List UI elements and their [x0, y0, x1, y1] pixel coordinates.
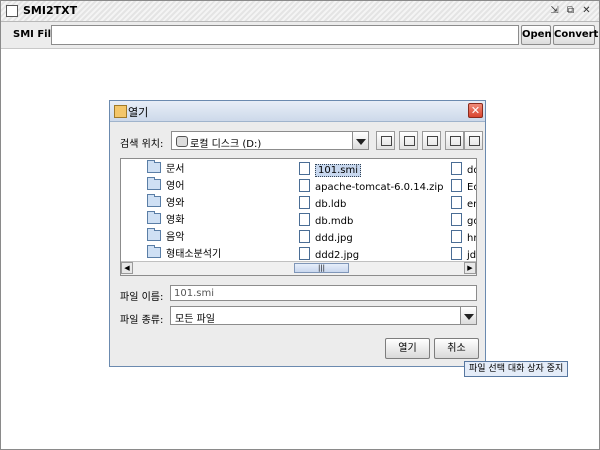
chevron-down-icon[interactable] — [460, 307, 476, 324]
dialog-icon — [114, 105, 127, 118]
look-in-combo[interactable]: 로컬 디스크 (D:) — [171, 131, 369, 150]
folder-icon — [147, 160, 161, 173]
smi-file-input[interactable] — [51, 25, 519, 45]
file-icon — [451, 247, 462, 260]
list-item[interactable]: db.mdb — [299, 213, 353, 228]
file-icon — [451, 162, 462, 175]
list-item[interactable]: ddd.jpg — [299, 230, 353, 245]
scroll-right-icon[interactable]: ▶ — [464, 262, 476, 274]
list-item[interactable]: ddd2.jpg — [299, 247, 359, 262]
folder-icon — [147, 194, 161, 207]
look-in-value: 로컬 디스크 (D:) — [190, 139, 262, 150]
file-name-label: 파일 이름: — [120, 292, 164, 303]
look-in-label: 검색 위치: — [120, 139, 164, 150]
details-view-icon[interactable] — [464, 131, 483, 150]
list-item[interactable]: Ecl — [451, 179, 476, 194]
disk-icon — [176, 136, 188, 147]
title-bar: SMI2TXT ⇲ ⧉ ✕ — [1, 1, 599, 22]
dialog-title: 열기 — [128, 106, 149, 119]
list-view-icon[interactable] — [445, 131, 464, 150]
file-icon — [451, 196, 462, 209]
folder-icon — [147, 177, 161, 190]
list-item[interactable]: ddd — [451, 162, 476, 177]
list-item[interactable]: 문서 — [147, 160, 184, 177]
dialog-close-icon[interactable]: ✕ — [468, 103, 483, 118]
list-item[interactable]: jdk — [451, 247, 476, 262]
file-icon — [451, 213, 462, 226]
maximize-icon[interactable]: ⧉ — [564, 4, 577, 17]
file-icon — [451, 179, 462, 192]
list-item[interactable]: erri — [451, 196, 476, 211]
file-name-input[interactable]: 101.smi — [170, 285, 477, 301]
folder-icon — [147, 228, 161, 241]
file-icon — [299, 196, 310, 209]
new-folder-icon[interactable] — [422, 131, 441, 150]
convert-button[interactable]: Convert — [553, 25, 598, 45]
window-title: SMI2TXT — [23, 4, 78, 17]
list-item[interactable]: 형태소분석기 — [147, 245, 221, 262]
list-item[interactable]: 음악 — [147, 228, 184, 245]
file-icon — [299, 162, 310, 175]
file-type-label: 파일 종류: — [120, 315, 164, 326]
list-item[interactable]: goo — [451, 213, 476, 228]
open-button[interactable]: Open — [521, 25, 552, 45]
horizontal-scrollbar[interactable]: ◀ ||| ▶ — [121, 261, 476, 275]
file-icon — [299, 213, 310, 226]
scroll-thumb[interactable]: ||| — [294, 263, 349, 273]
file-type-value: 모든 파일 — [175, 314, 215, 325]
up-folder-icon[interactable] — [376, 131, 395, 150]
app-icon — [6, 5, 18, 17]
dialog-title-bar: 열기 ✕ — [110, 101, 485, 122]
list-item[interactable]: db.ldb — [299, 196, 346, 211]
tooltip: 파일 선택 대화 상자 중지 — [464, 361, 569, 377]
list-item[interactable]: 영어 — [147, 177, 184, 194]
chevron-down-icon[interactable] — [352, 132, 368, 149]
close-icon[interactable]: ✕ — [580, 4, 593, 17]
file-list[interactable]: 문서 영어 영와 영화 음악 형태소분석기 101.smi apache-tom… — [120, 158, 477, 276]
file-icon — [299, 179, 310, 192]
list-item-selected[interactable]: 101.smi — [299, 162, 361, 177]
list-item[interactable]: 영와 — [147, 194, 184, 211]
minimize-icon[interactable]: ⇲ — [548, 4, 561, 17]
list-item[interactable]: 영화 — [147, 211, 184, 228]
file-icon — [299, 230, 310, 243]
home-icon[interactable] — [399, 131, 418, 150]
toolbar: SMI File : Open Convert — [1, 22, 599, 49]
file-type-combo[interactable]: 모든 파일 — [170, 306, 477, 325]
open-file-dialog: 열기 ✕ 검색 위치: 로컬 디스크 (D:) 문서 영어 영와 영화 음악 형… — [109, 100, 486, 367]
file-icon — [451, 230, 462, 243]
folder-icon — [147, 211, 161, 224]
dialog-cancel-button[interactable]: 취소 — [434, 338, 479, 359]
list-item[interactable]: hr.: — [451, 230, 476, 245]
dialog-open-button[interactable]: 열기 — [385, 338, 430, 359]
scroll-left-icon[interactable]: ◀ — [121, 262, 133, 274]
folder-icon — [147, 245, 161, 258]
file-icon — [299, 247, 310, 260]
list-item[interactable]: apache-tomcat-6.0.14.zip — [299, 179, 444, 194]
